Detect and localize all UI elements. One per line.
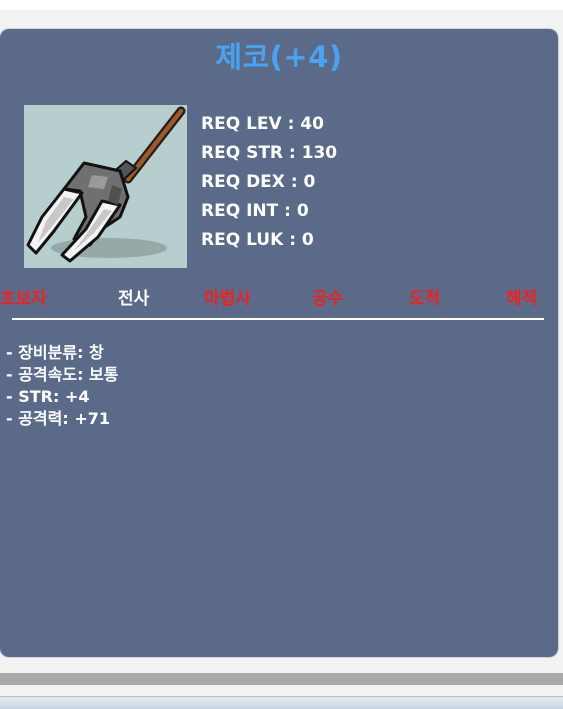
- item-tooltip-panel: 제코(+4) REQ LEV : 40 REQ STR : 130 REQ DE…: [0, 29, 558, 657]
- job-thief: 도적: [409, 289, 441, 309]
- stat-str: - STR: +4: [6, 387, 90, 406]
- job-list: 초보자 전사 마법사 궁수 도적 해적: [0, 284, 558, 310]
- req-dex: REQ DEX : 0: [201, 172, 316, 192]
- job-archer: 궁수: [312, 289, 344, 309]
- top-strip: [0, 0, 563, 10]
- job-beginner: 초보자: [0, 289, 47, 309]
- req-str: REQ STR : 130: [201, 143, 338, 163]
- stat-attack-power: - 공격력: +71: [6, 409, 111, 428]
- requirements-list: REQ LEV : 40 REQ STR : 130 REQ DEX : 0 R…: [201, 110, 337, 255]
- job-magician: 마법사: [204, 289, 251, 309]
- req-int: REQ INT : 0: [201, 201, 309, 221]
- job-pirate: 해적: [506, 289, 538, 309]
- divider: [12, 318, 544, 320]
- job-warrior: 전사: [118, 289, 150, 309]
- stat-attack-speed: - 공격속도: 보통: [6, 365, 119, 384]
- bottom-window-edge: [0, 696, 563, 709]
- stat-category: - 장비분류: 창: [6, 343, 104, 362]
- item-icon-box: [24, 105, 187, 268]
- bottom-scroll-bar: [0, 673, 563, 685]
- polearm-weapon-icon: [26, 106, 186, 263]
- req-level: REQ LEV : 40: [201, 114, 324, 134]
- item-name: 제코(+4): [215, 40, 343, 74]
- item-stats: - 장비분류: 창 - 공격속도: 보통 - STR: +4 - 공격력: +7…: [6, 342, 119, 430]
- req-luk: REQ LUK : 0: [201, 230, 314, 250]
